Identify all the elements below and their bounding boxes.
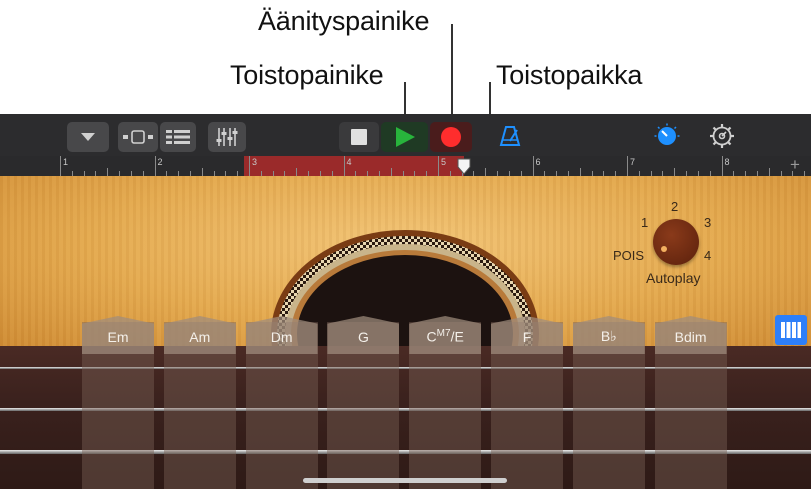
ruler-bar-tick [60, 156, 61, 176]
chord-button[interactable]: B♭ [572, 316, 645, 354]
ruler-bar-number: 6 [535, 157, 541, 167]
chord-label: Am [189, 329, 210, 345]
chord-label: Dm [271, 329, 293, 345]
mixer-icon [216, 127, 238, 147]
ruler-bar-number: 7 [630, 157, 636, 167]
tracks-view-button[interactable] [160, 122, 196, 152]
stop-icon [351, 129, 367, 145]
autoplay-label: Autoplay [646, 270, 701, 286]
home-indicator[interactable] [303, 478, 507, 483]
chord-button[interactable]: Em [82, 316, 154, 354]
ruler-bar-tick [249, 156, 250, 176]
cycle-region[interactable] [244, 156, 464, 176]
chord-label: Bdim [675, 329, 707, 345]
ruler-bar-tick [721, 156, 723, 176]
browser-button[interactable] [118, 122, 158, 152]
record-icon [440, 126, 462, 148]
metronome-button[interactable] [498, 123, 522, 149]
chord-button[interactable]: Bdim [654, 316, 727, 354]
record-button-callout: Äänityspainike [258, 6, 430, 36]
chord-label: G [358, 329, 369, 345]
ruler-bar-tick [343, 156, 345, 176]
ruler-bar-tick [438, 156, 439, 176]
mixer-button[interactable] [208, 122, 246, 152]
chord-root: B♭ [600, 328, 617, 344]
ruler-subtick [107, 168, 109, 176]
autoplay-off-label[interactable]: POIS [613, 248, 644, 263]
chord-label: F [523, 329, 532, 345]
ruler-subtick [768, 168, 770, 176]
ruler-subtick [296, 168, 298, 176]
timeline-ruler[interactable]: 1 2 3 4 5 6 7 8 + [0, 156, 811, 176]
ruler-bar-number: 5 [441, 157, 447, 167]
chord-root: Em [107, 329, 129, 345]
chord-root: Am [189, 329, 211, 345]
chord-root: Bdim [674, 329, 707, 345]
chord-label: Em [108, 329, 129, 345]
ruler-subtick [485, 168, 487, 176]
playhead[interactable] [457, 158, 471, 176]
ruler-bar-number: 3 [252, 157, 258, 167]
chord-root: C [426, 329, 437, 345]
ruler-bar-tick [154, 156, 156, 176]
settings-icon [709, 123, 735, 149]
browser-icon [121, 129, 155, 145]
autoplay-knob[interactable] [653, 219, 699, 265]
chord-label: CM7/E [427, 328, 464, 345]
tracks-icon [166, 129, 190, 145]
autoplay-position-2[interactable]: 2 [671, 199, 678, 214]
chord-button[interactable]: Am [163, 316, 236, 354]
ruler-bar-number: 4 [346, 157, 352, 167]
play-button[interactable] [381, 122, 428, 152]
ruler-bar-number: 8 [724, 157, 730, 167]
play-button-callout: Toistopainike [230, 60, 384, 90]
ruler-bar-number: 1 [63, 157, 69, 167]
ruler-subtick [201, 168, 203, 176]
playhead-callout: Toistopaikka [496, 60, 643, 90]
add-section-button[interactable]: + [790, 156, 800, 175]
master-volume-icon [654, 123, 680, 149]
control-bar [0, 114, 811, 156]
knob-indicator [661, 246, 667, 252]
autoplay-position-1[interactable]: 1 [641, 215, 648, 230]
chord-root: G [357, 329, 369, 345]
ruler-subtick [579, 168, 581, 176]
ruler-bar-tick [532, 156, 534, 176]
chord-label: B♭ [601, 328, 617, 345]
chord-button[interactable]: Dm [245, 316, 318, 354]
record-button[interactable] [430, 122, 472, 152]
chevron-down-icon [80, 132, 96, 142]
ruler-subtick [390, 168, 392, 176]
ruler-bar-number: 2 [157, 157, 163, 167]
ruler-bar-tick [627, 156, 628, 176]
notes-view-button[interactable] [775, 315, 807, 345]
chord-button[interactable]: CM7/E [409, 316, 482, 354]
record-leader-line [451, 24, 453, 120]
autoplay-position-3[interactable]: 3 [704, 215, 711, 230]
stop-button[interactable] [339, 122, 379, 152]
chord-extension: M7 [436, 328, 451, 340]
play-icon [394, 126, 416, 148]
chord-root: Dm [270, 329, 293, 345]
chord-button[interactable]: F [491, 316, 563, 354]
metronome-icon [499, 125, 521, 147]
autoplay-position-4[interactable]: 4 [704, 248, 711, 263]
strings-view-icon [781, 322, 801, 338]
ruler-subtick [674, 168, 676, 176]
view-menu-button[interactable] [67, 122, 109, 152]
chord-button[interactable]: G [327, 316, 400, 354]
settings-button[interactable] [707, 122, 737, 150]
chord-root: F [522, 329, 532, 345]
master-volume-button[interactable] [652, 122, 682, 150]
autoplay-control: 1 2 3 4 POIS Autoplay [608, 196, 728, 311]
chord-bass: /E [450, 329, 464, 345]
